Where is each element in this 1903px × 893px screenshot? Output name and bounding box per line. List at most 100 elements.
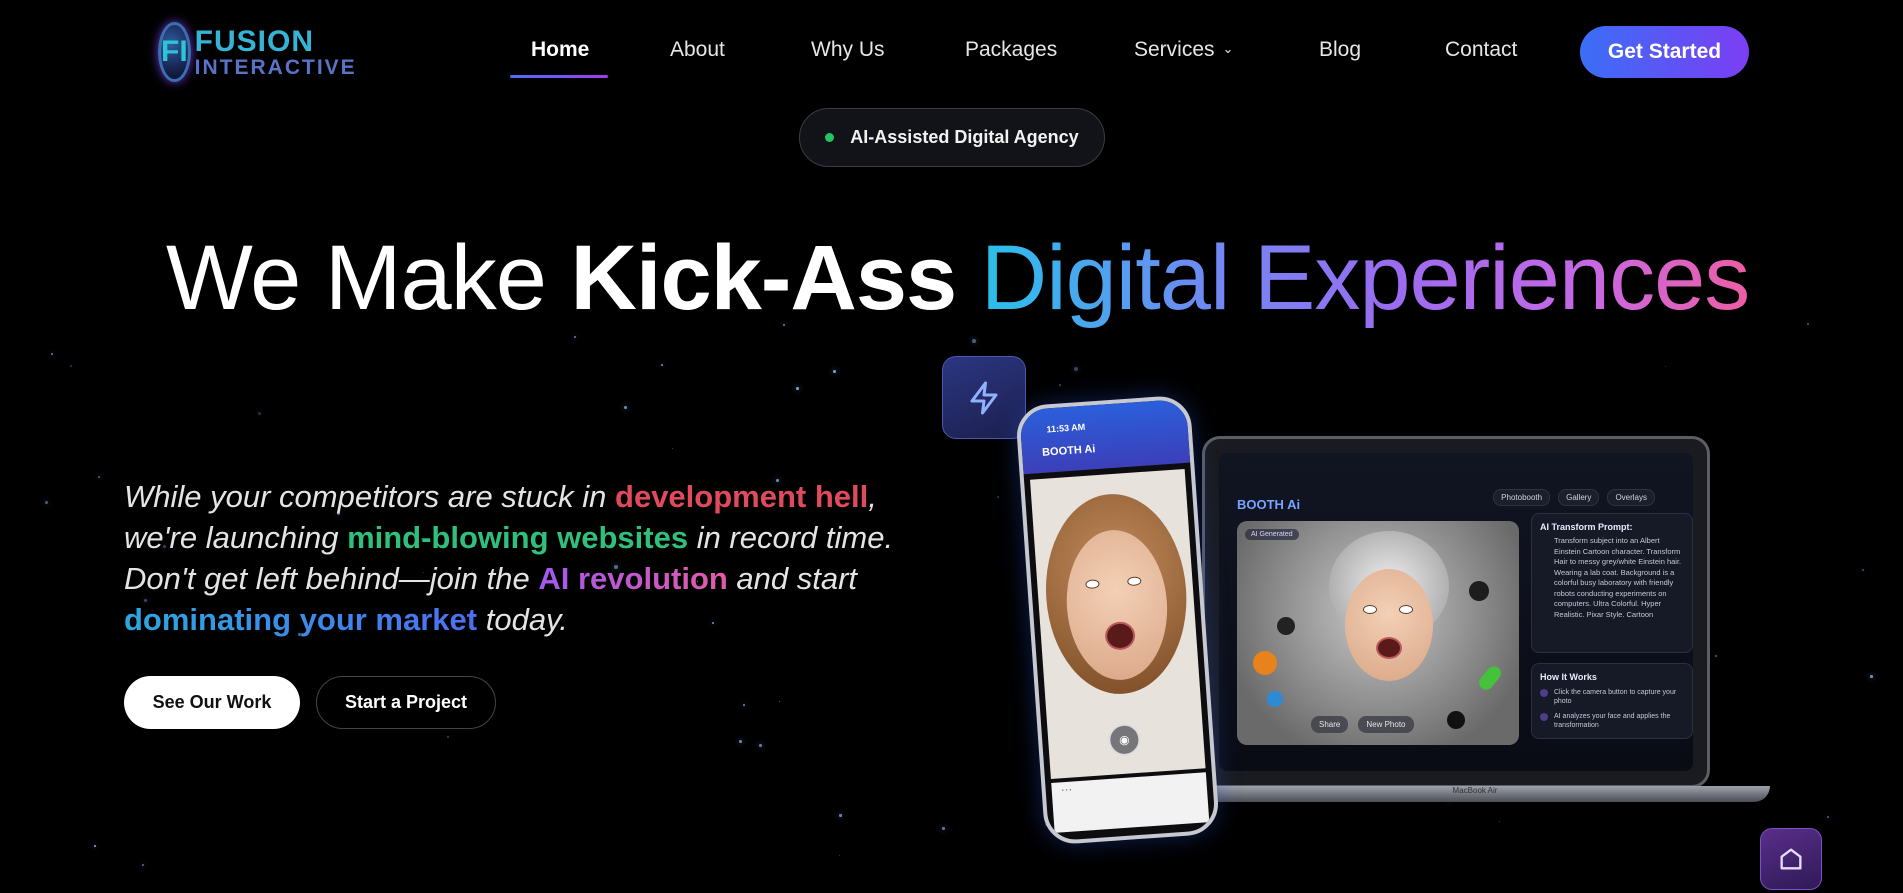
star [796, 387, 799, 390]
decor-ball [1476, 663, 1504, 693]
star [574, 336, 576, 338]
how-it-works-title: How It Works [1540, 672, 1597, 682]
how-it-works-card: How It Works Click the camera button to … [1531, 663, 1693, 739]
star [51, 353, 53, 355]
how-step-1: Click the camera button to capture your … [1540, 688, 1684, 706]
headline-part-1: We Make [166, 227, 571, 329]
phone-header: 11:53 AM BOOTH Ai [1019, 398, 1191, 475]
star [839, 855, 841, 857]
star [739, 740, 742, 743]
prompt-card: AI Transform Prompt: Transform subject i… [1531, 513, 1693, 653]
star [839, 814, 842, 817]
star [972, 339, 976, 343]
intro-highlight-2: mind-blowing websites [347, 520, 689, 555]
logo-line-2: INTERACTIVE [194, 55, 357, 79]
nav-blog[interactable]: Blog [1319, 38, 1361, 62]
logo-mark-icon: FI [158, 22, 191, 82]
mouth [1376, 637, 1402, 659]
laptop-model-label: MacBook Air [1452, 786, 1498, 795]
intro-text-1: While your competitors are stuck in [124, 479, 616, 514]
badge-text: AI-Assisted Digital Agency [850, 127, 1079, 147]
home-tile[interactable] [1760, 828, 1822, 890]
decor-ball [1267, 691, 1283, 707]
brand-logo[interactable]: FI FUSION INTERACTIVE [158, 20, 357, 84]
nav-services[interactable]: Services ⌄ [1134, 38, 1233, 62]
headline-part-2: Kick-Ass [570, 227, 957, 329]
star [258, 412, 262, 416]
nav-packages[interactable]: Packages [965, 38, 1057, 62]
einstein-face [1345, 569, 1433, 681]
prompt-body: Transform subject into an Albert Einstei… [1554, 536, 1682, 619]
intro-highlight-1: development hell [615, 479, 869, 514]
star [759, 744, 762, 747]
star [1862, 569, 1864, 571]
intro-highlight-4: dominating your market [124, 602, 478, 637]
photo-actions: Share New Photo [1311, 716, 1414, 733]
star [661, 364, 664, 367]
nav-contact[interactable]: Contact [1445, 38, 1517, 62]
laptop-screen: BOOTH Ai Photobooth Gallery Overlays AI … [1202, 436, 1710, 788]
phone-time: 11:53 AM [1046, 421, 1086, 435]
nav-why-us[interactable]: Why Us [811, 38, 885, 62]
intro-text-5: today. [477, 602, 568, 637]
logo-text: FUSION INTERACTIVE [194, 26, 357, 79]
decor-ball [1277, 617, 1295, 635]
see-our-work-button[interactable]: See Our Work [124, 676, 300, 729]
star [447, 736, 449, 738]
star [94, 845, 96, 847]
star [743, 704, 745, 706]
decor-ball [1469, 581, 1489, 601]
status-dot-icon [825, 133, 835, 142]
home-icon [1780, 848, 1802, 870]
star [70, 365, 72, 367]
phone-photo: ◉ [1030, 468, 1206, 780]
new-photo-button: New Photo [1358, 716, 1414, 733]
nav-about[interactable]: About [670, 38, 725, 62]
eye [1085, 579, 1100, 590]
nav-home[interactable]: Home [531, 38, 589, 62]
mouth [1104, 620, 1137, 651]
eye [1127, 576, 1142, 587]
eye [1363, 605, 1377, 614]
ai-photo-card: AI Generated Share New Photo [1237, 521, 1519, 745]
decor-ball [1253, 651, 1277, 675]
star [624, 406, 627, 409]
booth-tabs: Photobooth Gallery Overlays [1493, 489, 1655, 506]
tab-overlays: Overlays [1607, 489, 1655, 506]
agency-badge: AI-Assisted Digital Agency [799, 108, 1105, 167]
share-button: Share [1311, 716, 1349, 733]
hero-headline: We Make Kick-Ass Digital Experiences [166, 227, 1751, 329]
intro-highlight-3: AI revolution [538, 561, 728, 596]
phone-browser-bar: • • • [1051, 772, 1210, 833]
intro-text-4: and start [727, 561, 858, 596]
nav-services-label: Services [1134, 38, 1215, 61]
headline-part-3: Digital Experiences [956, 227, 1751, 329]
chevron-down-icon: ⌄ [1222, 41, 1234, 56]
star [1059, 384, 1062, 387]
hero-intro-paragraph: While your competitors are stuck in deve… [124, 476, 944, 640]
get-started-button[interactable]: Get Started [1580, 26, 1749, 78]
booth-app-screen: BOOTH Ai Photobooth Gallery Overlays AI … [1219, 453, 1693, 771]
bolt-tile [942, 356, 1026, 439]
start-a-project-button[interactable]: Start a Project [316, 676, 496, 729]
star [1074, 367, 1078, 371]
booth-app-title: BOOTH Ai [1237, 497, 1301, 512]
eye [1399, 605, 1413, 614]
lightning-icon [970, 381, 998, 414]
star [1665, 366, 1667, 368]
star [779, 701, 781, 703]
tab-photobooth: Photobooth [1493, 489, 1551, 506]
laptop-mockup: BOOTH Ai Photobooth Gallery Overlays AI … [1180, 436, 1770, 806]
active-nav-indicator [510, 75, 608, 78]
tab-gallery: Gallery [1558, 489, 1600, 506]
star [833, 370, 836, 373]
star [45, 501, 48, 504]
star [1827, 816, 1830, 819]
camera-icon: ◉ [1107, 722, 1142, 757]
top-navigation: FI FUSION INTERACTIVE Home About Why Us … [0, 0, 1903, 104]
star [142, 864, 145, 867]
star [672, 448, 674, 450]
star [1499, 821, 1501, 823]
laptop-base: MacBook Air [1180, 786, 1770, 802]
star [1715, 655, 1717, 657]
